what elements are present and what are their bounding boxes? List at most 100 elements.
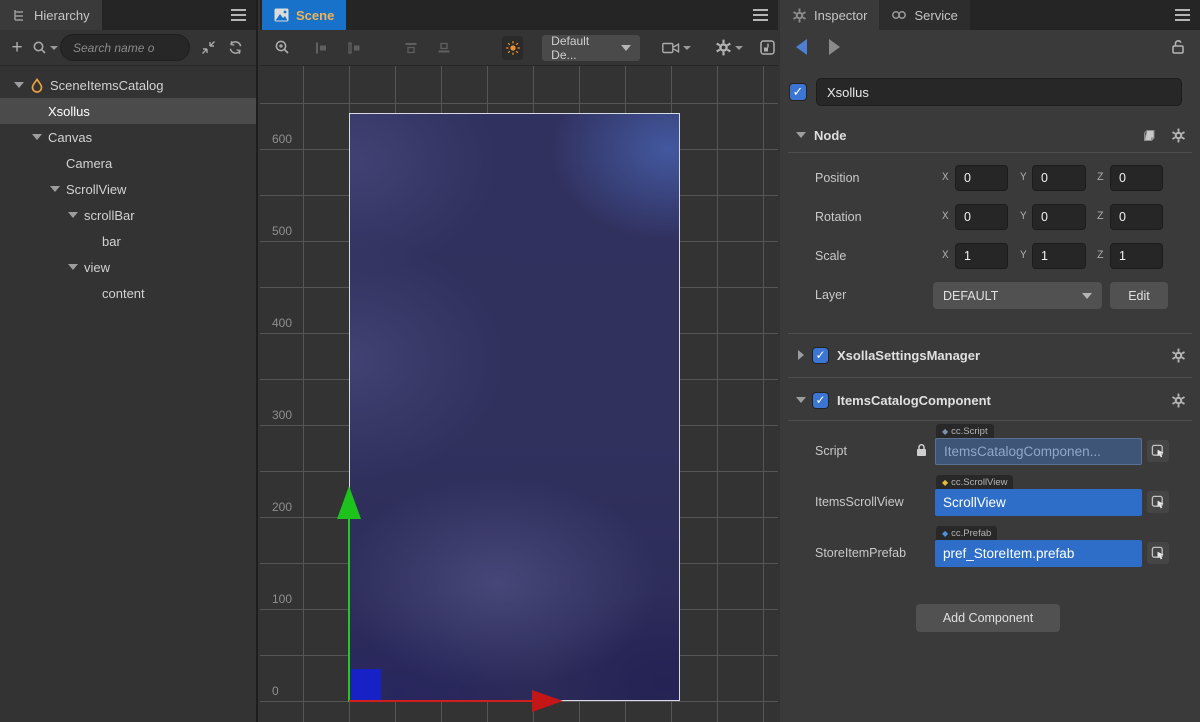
node-expand-icon[interactable]	[796, 132, 806, 138]
axis-z-label: Z	[1097, 211, 1104, 223]
component-gear-icon[interactable]	[1171, 393, 1186, 408]
tree-item-camera[interactable]: Camera	[0, 150, 256, 176]
component-enabled-checkbox[interactable]: ✓	[812, 347, 829, 364]
tree-item-xsollus[interactable]: Xsollus	[0, 98, 256, 124]
axis-z-label: Z	[1097, 250, 1104, 262]
gear-dropdown-icon[interactable]	[715, 36, 743, 60]
grid-view-icon[interactable]	[757, 36, 778, 60]
scale-label: Scale	[815, 249, 846, 263]
scale-y-input[interactable]	[1032, 243, 1086, 269]
expand-arrow-icon[interactable]	[32, 134, 48, 140]
layer-dropdown[interactable]: DEFAULT	[933, 282, 1102, 309]
component-expand-icon[interactable]	[798, 350, 804, 360]
scene-viewport[interactable]: 6005004003002001000	[260, 66, 778, 722]
tab-inspector[interactable]: Inspector	[780, 0, 879, 30]
tree-item-bar[interactable]: bar	[0, 228, 256, 254]
ruler-label: 400	[272, 316, 292, 330]
node-section-header[interactable]: Node	[780, 120, 1200, 150]
rotation-y-input[interactable]	[1032, 204, 1086, 230]
tab-scene[interactable]: Scene	[262, 0, 346, 30]
storeitemprefab-picker-button[interactable]	[1147, 542, 1169, 564]
x-axis-gizmo[interactable]	[349, 700, 533, 702]
rotation-x-input[interactable]	[955, 204, 1008, 230]
tree-item-label: view	[84, 260, 110, 275]
ruler-label: 100	[272, 592, 292, 606]
storeitemprefab-ref-field[interactable]: pref_StoreItem.prefab	[935, 540, 1142, 567]
tab-hierarchy[interactable]: Hierarchy	[0, 0, 102, 30]
collapse-all-icon[interactable]	[194, 40, 222, 55]
align-middle-v-icon[interactable]	[433, 36, 454, 60]
component-header-itemscatalogcomponent[interactable]: ✓ ItemsCatalogComponent	[780, 385, 1200, 415]
type-diamond-icon: ◆	[942, 530, 948, 538]
expand-arrow-icon[interactable]	[68, 212, 84, 218]
component-enabled-checkbox[interactable]: ✓	[812, 392, 829, 409]
ruler-label: 200	[272, 500, 292, 514]
y-axis-arrowhead-icon	[337, 486, 361, 519]
script-picker-button[interactable]	[1147, 440, 1169, 462]
align-left-icon[interactable]	[311, 36, 332, 60]
hierarchy-menu-icon[interactable]	[231, 9, 246, 21]
tree-item-scrollbar[interactable]: scrollBar	[0, 202, 256, 228]
itemsscrollview-picker-button[interactable]	[1147, 491, 1169, 513]
refresh-icon[interactable]	[222, 40, 248, 55]
display-mode-value: Default De...	[551, 34, 607, 62]
tree-item-view[interactable]: view	[0, 254, 256, 280]
tree-item-label: SceneItemsCatalog	[50, 78, 163, 93]
nav-forward-icon[interactable]	[829, 39, 840, 55]
create-node-button[interactable]: +	[4, 37, 30, 59]
origin-handle[interactable]	[351, 669, 381, 700]
node-name-input[interactable]	[816, 78, 1182, 106]
itemsscrollview-ref-field[interactable]: ScrollView	[935, 489, 1142, 516]
scene-tabbar: Scene	[260, 0, 778, 30]
tree-item-canvas[interactable]: Canvas	[0, 124, 256, 150]
position-z-input[interactable]	[1110, 165, 1163, 191]
component-expand-icon[interactable]	[796, 397, 806, 403]
layer-edit-button[interactable]: Edit	[1110, 282, 1168, 309]
position-x-input[interactable]	[955, 165, 1008, 191]
axis-y-label: Y	[1020, 250, 1027, 262]
script-lock-icon	[915, 443, 928, 457]
display-mode-dropdown[interactable]: Default De...	[542, 35, 640, 61]
tree-item-sceneitemscatalog[interactable]: SceneItemsCatalog	[0, 72, 256, 98]
node-enabled-checkbox[interactable]: ✓	[789, 83, 807, 101]
component-title: ItemsCatalogComponent	[837, 393, 991, 408]
expand-arrow-icon[interactable]	[50, 186, 66, 192]
nav-back-icon[interactable]	[796, 39, 807, 55]
tree-item-scrollview[interactable]: ScrollView	[0, 176, 256, 202]
tab-service[interactable]: Service	[879, 0, 969, 30]
component-gear-icon[interactable]	[1171, 348, 1186, 363]
scene-menu-icon[interactable]	[753, 9, 768, 21]
align-center-h-icon[interactable]	[344, 36, 365, 60]
align-top-icon[interactable]	[401, 36, 422, 60]
search-input[interactable]	[60, 34, 190, 61]
rotation-z-input[interactable]	[1110, 204, 1163, 230]
inspector-gear-icon	[792, 8, 807, 23]
service-link-icon	[891, 9, 907, 21]
inspector-menu-icon[interactable]	[1175, 9, 1190, 21]
hierarchy-toolbar: +	[0, 30, 256, 66]
ruler-label: 600	[272, 132, 292, 146]
lock-icon[interactable]	[1170, 39, 1186, 55]
position-y-input[interactable]	[1032, 165, 1086, 191]
add-component-button[interactable]: Add Component	[916, 604, 1060, 632]
grid-line	[260, 103, 778, 104]
y-axis-gizmo[interactable]	[348, 518, 350, 702]
scene-panel: Scene Default De...	[260, 0, 778, 722]
component-header-xsollasettingsmanager[interactable]: ✓ XsollaSettingsManager	[780, 340, 1200, 370]
node-docs-icon[interactable]	[1141, 128, 1157, 143]
zoom-tool-icon[interactable]	[272, 36, 293, 60]
scene-image-icon	[274, 8, 289, 22]
scale-z-input[interactable]	[1110, 243, 1163, 269]
expand-arrow-icon[interactable]	[14, 82, 30, 88]
component-title: XsollaSettingsManager	[837, 348, 980, 363]
search-filter-icon[interactable]	[30, 40, 60, 56]
node-gear-icon[interactable]	[1171, 128, 1186, 143]
scale-x-input[interactable]	[955, 243, 1008, 269]
script-ref-field[interactable]: ItemsCatalogComponen...	[935, 438, 1142, 465]
tree-item-content[interactable]: content	[0, 280, 256, 306]
position-label: Position	[815, 171, 859, 185]
expand-arrow-icon[interactable]	[68, 264, 84, 270]
camera-dropdown-icon[interactable]	[662, 36, 691, 60]
inspector-tabbar: Inspector Service	[780, 0, 1200, 30]
lighting-toggle-icon[interactable]	[502, 36, 523, 60]
